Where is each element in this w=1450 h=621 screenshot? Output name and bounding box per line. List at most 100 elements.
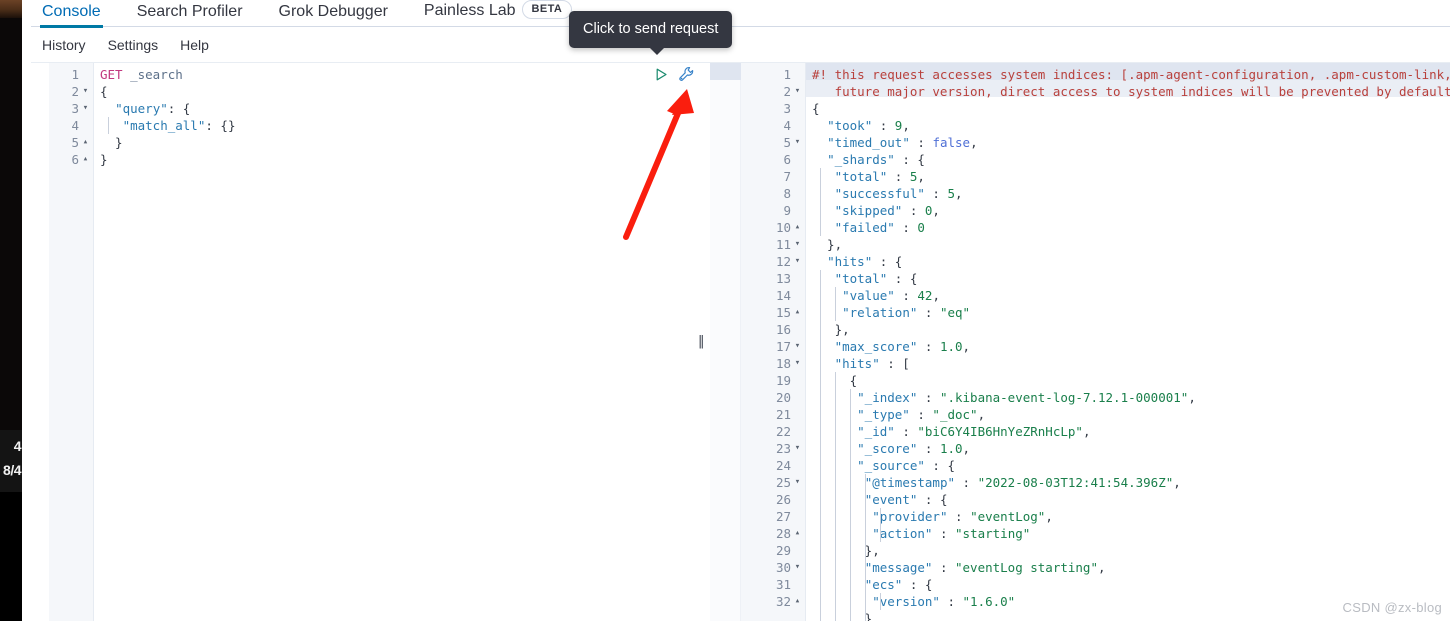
code-line[interactable]: "skipped" : 0, (812, 202, 1450, 219)
response-viewer-pane[interactable]: 1 2 ▾ 3 4 5 ▾ 6 7 8 9 10 ▴ 11 ▾ 12 ▾ 13 14 15 ▴ 16 17 ▾ 18 ▾ 19 20 2… (710, 63, 1450, 621)
code-line[interactable]: "value" : 42, (812, 287, 1450, 304)
indent-guide (834, 304, 836, 321)
line-number: 23 ▾ (741, 440, 800, 457)
fold-toggle-icon[interactable]: ▾ (793, 559, 802, 576)
code-line[interactable]: "query": { (100, 100, 693, 117)
code-line[interactable]: future major version, direct access to s… (812, 83, 1450, 100)
request-editor-pane[interactable]: 1 2 ▾ 3 ▾ 4 5 ▴ 6 ▴ GET _search{ "query": { "matc… (49, 63, 695, 621)
pane-resize-handle[interactable]: ‖ (694, 63, 708, 621)
response-gutter[interactable]: 1 2 ▾ 3 4 5 ▾ 6 7 8 9 10 ▴ 11 ▾ 12 ▾ 13 14 15 ▴ 16 17 ▾ 18 ▾ 19 20 2… (741, 63, 806, 621)
code-line[interactable]: "provider" : "eventLog", (812, 508, 1450, 525)
code-token: : (917, 441, 940, 456)
fold-toggle-icon[interactable]: ▾ (793, 474, 802, 491)
code-line[interactable]: "match_all": {} (100, 117, 693, 134)
code-line[interactable]: "event" : { (812, 491, 1450, 508)
tab-list: Console Search Profiler Grok Debugger Painl… (31, 0, 1450, 28)
code-line[interactable]: "ecs" : { (812, 576, 1450, 593)
code-line[interactable]: #! this request accesses system indices:… (812, 66, 1450, 83)
code-token: , (902, 118, 910, 133)
code-line[interactable]: } (100, 151, 693, 168)
fold-toggle-icon[interactable]: ▴ (793, 593, 802, 610)
code-line[interactable]: "@timestamp" : "2022-08-03T12:41:54.396Z… (812, 474, 1450, 491)
fold-toggle-icon[interactable]: ▾ (793, 338, 802, 355)
fold-toggle-icon[interactable]: ▾ (793, 253, 802, 270)
fold-toggle-icon[interactable]: ▴ (81, 134, 90, 151)
code-line[interactable]: "hits" : [ (812, 355, 1450, 372)
response-code-area[interactable]: #! this request accesses system indices:… (806, 63, 1450, 621)
submenu-item-history[interactable]: History (42, 36, 86, 54)
code-line[interactable]: "timed_out" : false, (812, 134, 1450, 151)
tab-painless-lab[interactable]: Painless Lab BETA (424, 0, 588, 27)
indent-guide (819, 355, 821, 372)
line-number-text: 10 (775, 220, 791, 235)
code-line[interactable]: "_source" : { (812, 457, 1450, 474)
code-line[interactable]: { (100, 83, 693, 100)
code-token: "event" (864, 492, 918, 507)
submenu-item-settings[interactable]: Settings (108, 36, 159, 54)
fold-toggle-icon[interactable]: ▴ (793, 304, 802, 321)
fold-toggle-icon[interactable]: ▾ (793, 355, 802, 372)
code-token: ".kibana-event-log-7.12.1-000001" (939, 390, 1189, 405)
code-line[interactable]: "hits" : { (812, 253, 1450, 270)
code-line[interactable]: "message" : "eventLog starting", (812, 559, 1450, 576)
code-line[interactable]: }, (812, 542, 1450, 559)
fold-toggle-icon[interactable]: ▾ (793, 134, 802, 151)
wrench-icon[interactable] (678, 66, 695, 83)
code-line[interactable]: "_shards" : { (812, 151, 1450, 168)
code-token: _search (130, 67, 183, 82)
indent-guide (819, 270, 821, 287)
line-number: 17 ▾ (741, 338, 800, 355)
code-line[interactable]: "took" : 9, (812, 117, 1450, 134)
code-line[interactable]: }, (812, 236, 1450, 253)
code-line[interactable]: }, (812, 321, 1450, 338)
code-token: : (917, 339, 940, 354)
tab-search-profiler[interactable]: Search Profiler (137, 2, 259, 27)
watermark: CSDN @zx-blog (1342, 600, 1442, 615)
tooltip-text: Click to send request (583, 21, 719, 37)
code-line[interactable]: "_type" : "_doc", (812, 406, 1450, 423)
code-line[interactable]: "_id" : "biC6Y4IB6HnYeZRnHcLp", (812, 423, 1450, 440)
code-line[interactable]: "total" : 5, (812, 168, 1450, 185)
code-line[interactable]: "failed" : 0 (812, 219, 1450, 236)
code-line[interactable]: "relation" : "eq" (812, 304, 1450, 321)
background-strip-caption: 4 8/4 (0, 430, 22, 492)
fold-toggle-icon[interactable]: ▾ (793, 440, 802, 457)
line-number: 6 (741, 151, 791, 168)
code-token: "starting" (955, 526, 1031, 541)
fold-toggle-icon[interactable]: ▾ (793, 236, 802, 253)
code-token: , (1082, 424, 1091, 439)
code-line[interactable]: "successful" : 5, (812, 185, 1450, 202)
code-token: "ecs" (864, 577, 903, 592)
fold-toggle-icon[interactable]: ▾ (793, 83, 802, 100)
indent-guide (834, 389, 836, 406)
code-line[interactable]: { (812, 100, 1450, 117)
fold-toggle-icon[interactable]: ▴ (81, 151, 90, 168)
fold-toggle-icon[interactable]: ▴ (793, 219, 802, 236)
play-triangle-icon[interactable] (654, 67, 669, 82)
indent-guide (819, 491, 821, 508)
request-action-icons[interactable] (654, 66, 695, 83)
fold-toggle-icon[interactable]: ▾ (81, 100, 90, 117)
code-line[interactable]: "total" : { (812, 270, 1450, 287)
line-number: 15 ▴ (741, 304, 800, 321)
code-line[interactable]: "_index" : ".kibana-event-log-7.12.1-000… (812, 389, 1450, 406)
line-number-text: 20 (775, 390, 791, 405)
tab-grok-debugger[interactable]: Grok Debugger (279, 2, 404, 27)
fold-toggle-icon[interactable]: ▴ (793, 525, 802, 542)
indent-guide (819, 576, 821, 593)
indent-guide (834, 406, 836, 423)
request-gutter[interactable]: 1 2 ▾ 3 ▾ 4 5 ▴ 6 ▴ (49, 63, 94, 621)
fold-toggle-icon[interactable]: ▾ (81, 83, 90, 100)
tab-console[interactable]: Console (40, 2, 117, 28)
code-line[interactable]: { (812, 372, 1450, 389)
request-code-area[interactable]: GET _search{ "query": { "match_all": {} … (94, 63, 693, 621)
submenu-item-help[interactable]: Help (180, 36, 209, 54)
indent-guide (819, 321, 821, 338)
code-line[interactable]: } (100, 134, 693, 151)
line-number: 6 ▴ (49, 151, 88, 168)
code-line[interactable]: "action" : "starting" (812, 525, 1450, 542)
code-line[interactable]: GET _search (100, 66, 693, 83)
code-line[interactable]: "max_score" : 1.0, (812, 338, 1450, 355)
code-line[interactable]: "_score" : 1.0, (812, 440, 1450, 457)
